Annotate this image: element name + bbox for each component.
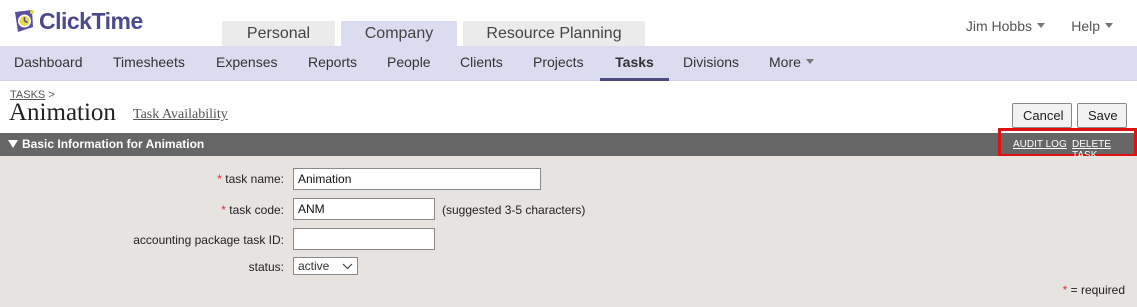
status-label: status: <box>248 260 284 274</box>
required-legend: * = required <box>1063 283 1125 297</box>
nav-dashboard[interactable]: Dashboard <box>14 46 83 81</box>
basic-info-form <box>0 156 1137 307</box>
section-title: Basic Information for Animation <box>8 137 204 151</box>
required-marker: * <box>217 172 222 186</box>
status-select[interactable]: active <box>293 257 358 275</box>
page-title: Animation <box>9 99 116 126</box>
nav-expenses[interactable]: Expenses <box>216 46 277 81</box>
section-title-text: Basic Information for Animation <box>22 137 205 151</box>
accounting-id-input[interactable] <box>293 228 435 250</box>
active-tab-indicator <box>600 78 669 81</box>
task-code-label: * task code: <box>221 203 284 217</box>
task-name-input[interactable]: Animation <box>293 168 541 190</box>
cancel-button[interactable]: Cancel <box>1012 103 1072 128</box>
nav-more[interactable]: More <box>769 46 814 81</box>
tab-company[interactable]: Company <box>341 21 457 46</box>
logo-text: ClickTime <box>39 7 143 34</box>
accounting-id-label: accounting package task ID: <box>133 233 284 247</box>
collapse-triangle-icon <box>8 140 18 148</box>
task-name-label-text: task name: <box>225 172 284 186</box>
user-menu[interactable]: Jim Hobbs <box>966 18 1045 34</box>
status-select-value: active <box>298 259 330 273</box>
tab-personal[interactable]: Personal <box>222 21 335 46</box>
chevron-down-icon <box>1037 22 1045 28</box>
required-marker: * <box>221 203 226 217</box>
app-logo[interactable]: ClickTime <box>12 6 143 36</box>
help-menu[interactable]: Help <box>1071 18 1113 34</box>
top-tabs: Personal Company Resource Planning <box>222 21 645 46</box>
task-code-input[interactable]: ANM <box>293 198 435 220</box>
task-code-label-text: task code: <box>229 203 284 217</box>
company-nav: Dashboard Timesheets Expenses Reports Pe… <box>0 46 1137 81</box>
nav-divisions[interactable]: Divisions <box>683 46 739 81</box>
user-menu-label: Jim Hobbs <box>965 18 1032 34</box>
required-marker: * <box>1062 283 1068 297</box>
nav-projects[interactable]: Projects <box>533 46 584 81</box>
nav-timesheets[interactable]: Timesheets <box>113 46 185 81</box>
section-header[interactable]: Basic Information for Animation <box>0 133 1137 156</box>
nav-clients[interactable]: Clients <box>460 46 503 81</box>
task-code-hint: (suggested 3-5 characters) <box>442 203 586 217</box>
top-header: ClickTime Personal Company Resource Plan… <box>0 0 1137 46</box>
nav-reports[interactable]: Reports <box>308 46 357 81</box>
task-availability-link[interactable]: Task Availability <box>133 107 228 123</box>
task-name-label: * task name: <box>217 172 284 186</box>
clock-logo-icon <box>15 10 34 32</box>
tab-resource-planning[interactable]: Resource Planning <box>463 21 645 46</box>
chevron-down-icon <box>1105 22 1113 28</box>
help-menu-label: Help <box>1071 18 1100 34</box>
audit-log-link[interactable]: AUDIT LOG <box>1013 139 1067 150</box>
chevron-down-icon <box>342 263 353 270</box>
nav-people[interactable]: People <box>387 46 431 81</box>
save-button[interactable]: Save <box>1077 103 1127 128</box>
nav-tasks[interactable]: Tasks <box>600 46 669 81</box>
nav-tasks-label: Tasks <box>615 54 654 70</box>
nav-more-label: More <box>769 54 801 70</box>
chevron-down-icon <box>805 58 814 64</box>
required-legend-text: = required <box>1070 283 1125 297</box>
